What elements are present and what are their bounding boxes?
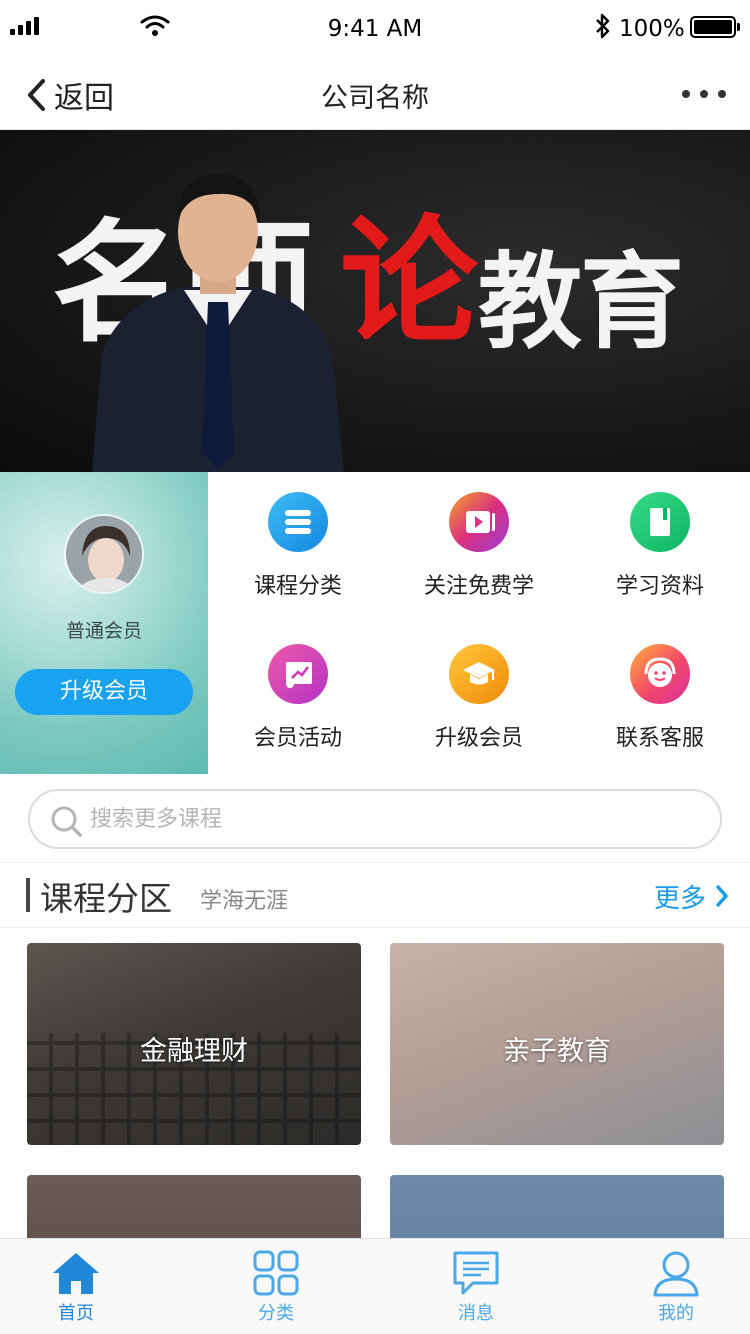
quick-item-label: 课程分类	[253, 574, 342, 599]
user-icon	[653, 1251, 699, 1297]
chart-board-icon	[268, 644, 328, 704]
tab-category[interactable]: 分类	[201, 1239, 351, 1334]
chevron-right-icon[interactable]	[714, 884, 730, 908]
search-bar[interactable]	[28, 789, 722, 849]
banner-text-3: 教育	[478, 241, 684, 363]
tab-label: 首页	[58, 1303, 94, 1324]
course-card-label: 亲子教育	[503, 1036, 611, 1067]
profile-panel: 普通会员 升级会员	[0, 472, 208, 774]
status-bar: 9:41 AM 100%	[0, 0, 750, 60]
message-icon	[453, 1251, 499, 1295]
upgrade-member-button[interactable]: 升级会员	[15, 669, 193, 715]
quick-item-label: 学习资料	[615, 574, 704, 599]
bluetooth-icon	[596, 13, 610, 39]
stack-icon	[268, 492, 328, 552]
book-icon	[630, 492, 690, 552]
quick-item-customer-service[interactable]: 联系客服	[570, 644, 750, 752]
divider	[0, 862, 750, 863]
course-card-finance[interactable]: 金融理财	[27, 943, 361, 1145]
tab-label: 分类	[258, 1303, 294, 1324]
tab-profile[interactable]: 我的	[601, 1239, 750, 1334]
banner-person-image	[92, 174, 344, 472]
quick-item-label: 联系客服	[615, 726, 704, 751]
home-icon	[53, 1253, 99, 1294]
more-icon[interactable]	[682, 82, 726, 106]
more-link[interactable]: 更多	[654, 878, 706, 915]
quick-item-study-materials[interactable]: 学习资料	[570, 492, 750, 600]
tab-bar: 首页 分类 消息 我的	[0, 1238, 750, 1334]
video-icon	[449, 492, 509, 552]
nav-bar: 返回 公司名称	[0, 60, 750, 130]
section-marker	[26, 878, 30, 912]
section-subtitle: 学海无涯	[200, 889, 289, 914]
quick-item-free-follow[interactable]: 关注免费学	[389, 492, 569, 600]
grid-icon	[253, 1250, 299, 1296]
battery-icon	[690, 16, 740, 38]
course-card-parenting[interactable]: 亲子教育	[390, 943, 724, 1145]
tab-messages[interactable]: 消息	[401, 1239, 551, 1334]
tab-label: 消息	[458, 1303, 494, 1324]
quick-item-course-category[interactable]: 课程分类	[208, 492, 388, 600]
quick-item-label: 升级会员	[434, 726, 523, 751]
headset-icon	[630, 644, 690, 704]
search-input[interactable]	[90, 799, 690, 839]
back-button[interactable]: 返回	[26, 74, 114, 116]
back-label: 返回	[54, 81, 114, 116]
quick-item-label: 关注免费学	[423, 574, 534, 599]
search-icon	[51, 806, 82, 837]
graduation-cap-icon	[449, 644, 509, 704]
tab-home[interactable]: 首页	[1, 1239, 151, 1334]
avatar[interactable]	[64, 514, 144, 594]
divider	[0, 927, 750, 928]
member-level: 普通会员	[65, 620, 142, 642]
tab-label: 我的	[658, 1303, 694, 1324]
hero-banner[interactable]: 名师 论 教育	[0, 130, 750, 472]
course-card-label: 金融理财	[140, 1036, 248, 1067]
quick-item-label: 会员活动	[253, 726, 342, 751]
chevron-left-icon	[28, 79, 45, 111]
quick-item-upgrade-member[interactable]: 升级会员	[389, 644, 569, 752]
battery-percent: 100%	[619, 16, 685, 42]
section-title: 课程分区	[40, 879, 172, 918]
quick-menu: 课程分类 关注免费学 学习资料 会员活动 升级会员 联系客服	[208, 472, 750, 774]
quick-item-member-activity[interactable]: 会员活动	[208, 644, 388, 752]
banner-text-2: 论	[340, 202, 478, 363]
